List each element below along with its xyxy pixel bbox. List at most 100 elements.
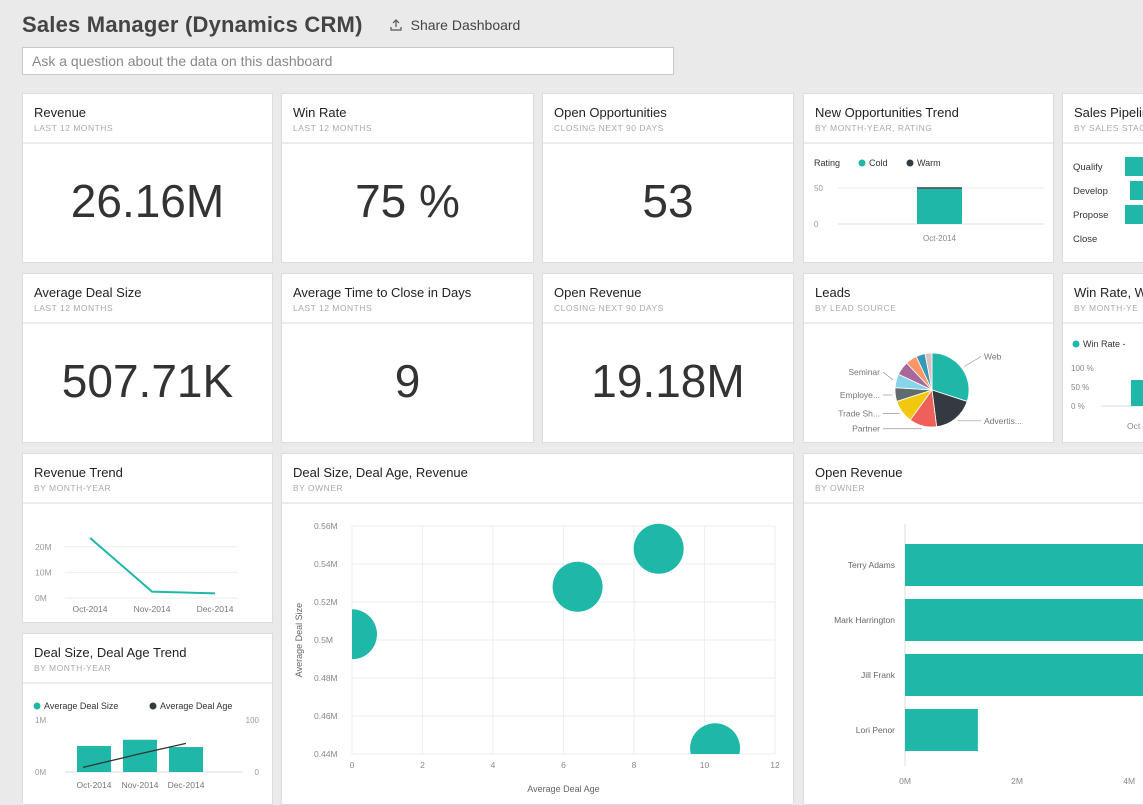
pie-label: Web bbox=[984, 351, 1002, 361]
x-tick-label: 2 bbox=[420, 760, 425, 770]
kpi-value: 9 bbox=[394, 355, 421, 407]
tile-subtitle: BY MONTH-YEAR bbox=[34, 663, 112, 673]
revenue-trend-chart: 20M 10M 0M Oct-2014 Nov-2014 Dec-2014 bbox=[35, 537, 238, 614]
legend-cold-label: Cold bbox=[869, 158, 888, 168]
kpi-value: 19.18M bbox=[591, 355, 745, 407]
x-tick-label: 6 bbox=[561, 760, 566, 770]
tile-subtitle: BY SALES STAGE bbox=[1074, 123, 1143, 133]
owner-bar bbox=[905, 544, 1143, 586]
category-label: Jill Frank bbox=[861, 670, 896, 680]
tile-deal-size-age-revenue[interactable]: Deal Size, Deal Age, Revenue BY OWNER 0.… bbox=[281, 453, 794, 805]
open-revenue-owner-chart: 0M 2M 4M Terry Adams Mark Harrington Jill Fra… bbox=[834, 524, 1143, 786]
y-tick-label-right: 0 bbox=[255, 768, 260, 777]
winrate-bar bbox=[1131, 380, 1143, 406]
y-tick-label: 0.44M bbox=[314, 749, 338, 759]
legend-deal-age-swatch bbox=[149, 702, 157, 710]
qa-input[interactable] bbox=[23, 48, 673, 74]
new-opps-chart: Rating Cold Warm 50 0 Oct-2014 bbox=[814, 158, 1044, 243]
category-label: Propose bbox=[1073, 210, 1108, 221]
tile-revenue[interactable]: Revenue LAST 12 MONTHS 26.16M bbox=[22, 93, 273, 263]
y-tick-label: 100 % bbox=[1071, 364, 1094, 373]
x-tick-label: 12 bbox=[770, 760, 780, 770]
legend-title: Rating bbox=[814, 158, 840, 168]
y-tick-label-left: 1M bbox=[35, 716, 46, 725]
winrate-trend-chart: Win Rate - 100 % 50 % 0 % Oct bbox=[1071, 339, 1143, 431]
leads-pie-chart: Web Advertis... Partner Trade Sh... Employe.… bbox=[838, 351, 1022, 433]
tile-title: Open Revenue bbox=[554, 285, 642, 300]
tile-new-opportunities-trend[interactable]: New Opportunities Trend BY MONTH-YEAR, R… bbox=[803, 93, 1054, 263]
tile-title: Average Deal Size bbox=[34, 285, 142, 300]
tile-title: Win Rate bbox=[293, 105, 347, 120]
tile-average-time-to-close[interactable]: Average Time to Close in Days LAST 12 MO… bbox=[281, 273, 534, 443]
tile-subtitle: CLOSING NEXT 90 DAYS bbox=[554, 303, 664, 313]
tile-title: Revenue Trend bbox=[34, 465, 123, 480]
tile-win-rate-trend[interactable]: Win Rate, W BY MONTH-YE Win Rate - 100 %… bbox=[1062, 273, 1143, 443]
deal-size-bar bbox=[169, 747, 203, 772]
y-tick-label: 0.5M bbox=[314, 635, 333, 645]
x-tick-label: Oct-2014 bbox=[923, 234, 956, 243]
y-tick-label: 50 % bbox=[1071, 383, 1089, 392]
x-tick-label: Oct-2014 bbox=[77, 780, 112, 790]
x-tick-label: 0M bbox=[899, 776, 911, 786]
owner-bar-plot: 0M 2M 4M Terry Adams Mark Harrington Jill Fra… bbox=[834, 524, 1143, 786]
x-tick-label: 8 bbox=[632, 760, 637, 770]
tile-subtitle: LAST 12 MONTHS bbox=[34, 123, 114, 133]
y-tick-label: 0.54M bbox=[314, 559, 338, 569]
tile-open-revenue-kpi[interactable]: Open Revenue CLOSING NEXT 90 DAYS 19.18M bbox=[542, 273, 794, 443]
tile-leads[interactable]: Leads BY LEAD SOURCE Web Advertis... Partn… bbox=[803, 273, 1054, 443]
tile-revenue-trend[interactable]: Revenue Trend BY MONTH-YEAR 20M 10M 0M Oct-… bbox=[22, 453, 273, 623]
pie-leader-line bbox=[882, 371, 894, 381]
bar-cold bbox=[917, 188, 962, 224]
y-tick-label-left: 0M bbox=[35, 768, 46, 777]
legend-deal-size-swatch bbox=[33, 702, 41, 710]
pie-label: Trade Sh... bbox=[838, 409, 880, 419]
tile-title: Average Time to Close in Days bbox=[293, 285, 472, 300]
tile-average-deal-size[interactable]: Average Deal Size LAST 12 MONTHS 507.71K bbox=[22, 273, 273, 443]
tile-title: Sales Pipeline bbox=[1074, 105, 1143, 120]
deal-trend-plot: 1M 0M 100 0 Oct-2014 Nov-2014 Dec-2014 bbox=[35, 716, 260, 790]
pipeline-plot: Qualify Develop Propose Close bbox=[1073, 157, 1143, 245]
tile-deal-size-age-trend[interactable]: Deal Size, Deal Age Trend BY MONTH-YEAR … bbox=[22, 633, 273, 805]
tile-separator bbox=[543, 142, 793, 144]
scatter-plot: 0.56M 0.54M 0.52M 0.5M 0.48M 0.46M 0.44M 0 2 4 6 8 1… bbox=[294, 521, 780, 794]
owner-bar bbox=[905, 654, 1143, 696]
dashboard-title: Sales Manager (Dynamics CRM) bbox=[22, 12, 363, 37]
dashboard-header: Sales Manager (Dynamics CRM) Share Dashb… bbox=[22, 12, 520, 38]
bar-warm bbox=[917, 187, 962, 189]
category-label: Close bbox=[1073, 234, 1097, 245]
tile-open-opportunities[interactable]: Open Opportunities CLOSING NEXT 90 DAYS … bbox=[542, 93, 794, 263]
tile-title: Leads bbox=[815, 285, 851, 300]
qa-box bbox=[22, 47, 674, 75]
share-dashboard-button[interactable]: Share Dashboard bbox=[389, 17, 520, 33]
kpi-value: 75 % bbox=[355, 175, 460, 227]
pipeline-bar bbox=[1125, 157, 1143, 176]
tile-sales-pipeline[interactable]: Sales Pipeline BY SALES STAGE Qualify Dev… bbox=[1062, 93, 1143, 263]
x-tick-label: Nov-2014 bbox=[122, 780, 159, 790]
tile-win-rate[interactable]: Win Rate LAST 12 MONTHS 75 % bbox=[281, 93, 534, 263]
legend-deal-size-label: Average Deal Size bbox=[44, 701, 118, 711]
tile-title: Win Rate, W bbox=[1074, 285, 1143, 300]
x-tick-label: 10 bbox=[700, 760, 710, 770]
x-tick-label: Oct bbox=[1127, 421, 1141, 431]
category-label: Lori Penor bbox=[856, 725, 895, 735]
tile-subtitle: LAST 12 MONTHS bbox=[293, 123, 373, 133]
pie-label: Employe... bbox=[840, 390, 880, 400]
tile-title: Revenue bbox=[34, 105, 87, 120]
pie-label: Seminar bbox=[848, 367, 880, 377]
y-tick-label-right: 100 bbox=[246, 716, 260, 725]
tile-separator bbox=[282, 142, 533, 144]
tile-open-revenue-by-owner[interactable]: Open Revenue BY OWNER 0M 2M 4M Terry Adams M… bbox=[803, 453, 1143, 805]
tile-subtitle: BY OWNER bbox=[293, 483, 344, 493]
scatter-chart: 0.56M 0.54M 0.52M 0.5M 0.48M 0.46M 0.44M 0 2 4 6 8 1… bbox=[294, 521, 780, 794]
pipeline-bar bbox=[1130, 181, 1143, 200]
y-tick-label: 0M bbox=[35, 593, 47, 603]
owner-bar bbox=[905, 599, 1143, 641]
new-opps-plot: 50 0 Oct-2014 bbox=[814, 184, 1044, 243]
pipeline-bar bbox=[1125, 205, 1143, 224]
y-axis-label: Average Deal Size bbox=[294, 603, 304, 677]
x-tick-label: Dec-2014 bbox=[168, 780, 205, 790]
legend-warm-label: Warm bbox=[917, 158, 941, 168]
deal-size-bar bbox=[77, 746, 111, 772]
kpi-value: 26.16M bbox=[70, 175, 225, 227]
y-tick-label: 0 bbox=[814, 220, 819, 229]
